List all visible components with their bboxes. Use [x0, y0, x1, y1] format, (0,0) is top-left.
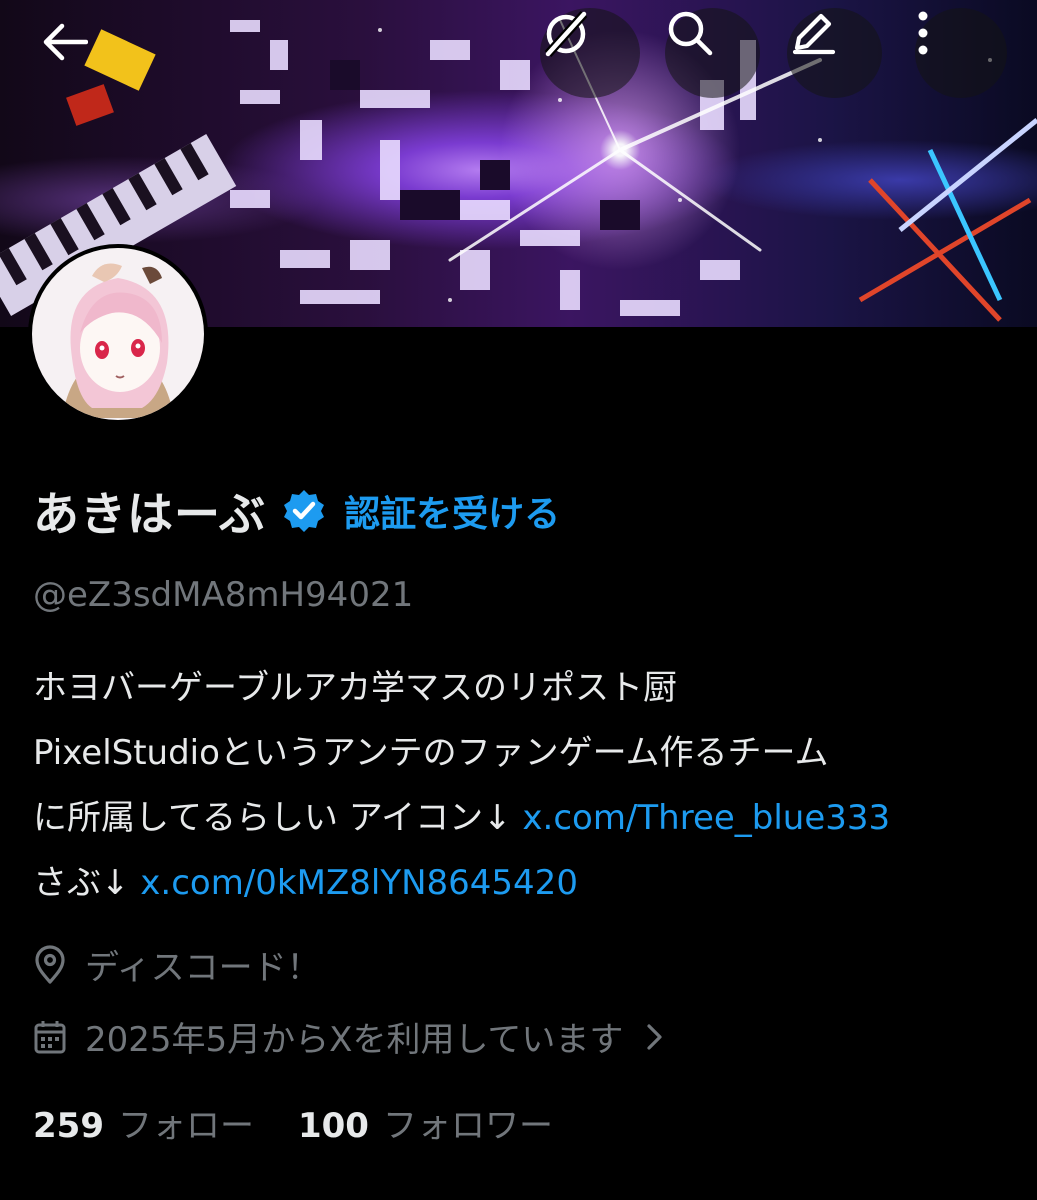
name-row: あきはーぶ 認証を受ける	[33, 478, 560, 544]
followers-stat[interactable]: 100 フォロワー	[298, 1098, 553, 1147]
edit-button[interactable]	[787, 8, 882, 98]
bio-line: さぶ↓ x.com/0kMZ8lYN8645420	[33, 851, 1023, 916]
bio-link-sub-account[interactable]: x.com/0kMZ8lYN8645420	[140, 863, 578, 903]
bio-line: ホヨバーゲーブルアカ学マスのリポスト厨	[33, 668, 677, 708]
location-text: ディスコード！	[85, 948, 321, 988]
bio-line: PixelStudioというアンテのファンゲーム作るチーム	[33, 733, 829, 773]
display-name: あきはーぶ	[33, 487, 267, 541]
verified-badge-icon[interactable]	[280, 487, 328, 535]
followers-count: 100	[297, 1106, 369, 1146]
search-button[interactable]	[665, 8, 760, 98]
grok-button[interactable]	[540, 8, 640, 98]
following-stat[interactable]: 259 フォロー	[33, 1098, 254, 1147]
avatar-image	[32, 248, 204, 420]
profile-location: ディスコード！	[33, 940, 321, 989]
chevron-right-icon	[645, 1022, 665, 1052]
calendar-icon	[33, 1019, 67, 1055]
location-pin-icon	[33, 944, 67, 985]
get-verified-link[interactable]: 認証を受ける	[344, 485, 560, 537]
following-count: 259	[33, 1106, 104, 1146]
back-button[interactable]	[42, 22, 104, 84]
following-label: フォロー	[117, 1106, 254, 1146]
bio-link-icon-account[interactable]: x.com/Three_blue333	[522, 798, 890, 838]
profile-joined[interactable]: 2025年5月からXを利用しています	[33, 1012, 665, 1061]
profile-avatar[interactable]	[28, 244, 208, 424]
bio-text: さぶ↓	[33, 863, 141, 903]
profile-handle: @eZ3sdMA8mH94021	[33, 575, 414, 615]
joined-text: 2025年5月からXを利用しています	[85, 1020, 624, 1060]
more-button[interactable]	[915, 8, 1007, 98]
bio-text: に所属してるらしい アイコン↓	[33, 798, 523, 838]
bio-line: に所属してるらしい アイコン↓ x.com/Three_blue333	[33, 786, 1023, 851]
profile-bio: ホヨバーゲーブルアカ学マスのリポスト厨 PixelStudioというアンテのファ…	[33, 656, 1023, 916]
follow-stats: 259 フォロー 100 フォロワー	[33, 1098, 597, 1147]
followers-label: フォロワー	[382, 1106, 553, 1146]
